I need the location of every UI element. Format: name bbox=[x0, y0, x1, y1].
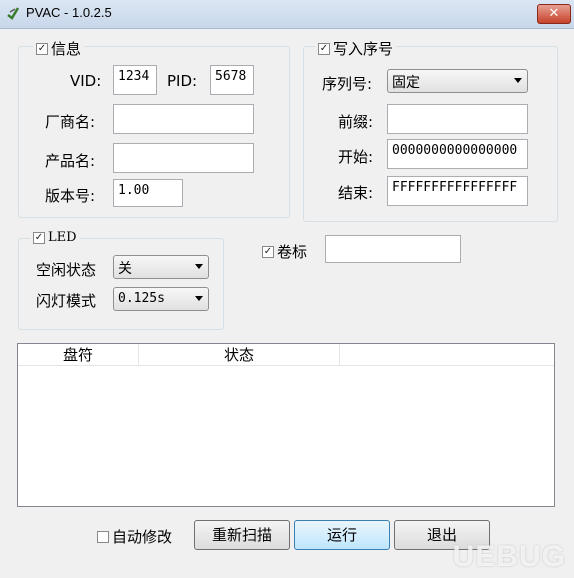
info-checkbox[interactable]: ✓ bbox=[36, 42, 48, 55]
serial-legend-label: 写入序号 bbox=[333, 40, 394, 58]
blink-select-value: 0.125s bbox=[118, 291, 165, 306]
seq-label: 序列号: bbox=[322, 75, 373, 93]
led-checkbox[interactable]: ✓ bbox=[33, 231, 45, 244]
product-label: 产品名: bbox=[45, 152, 96, 170]
idle-select[interactable]: 关 bbox=[113, 255, 209, 279]
volume-label: 卷标 bbox=[277, 243, 308, 261]
version-label: 版本号: bbox=[45, 187, 96, 205]
blink-label: 闪灯模式 bbox=[36, 292, 97, 310]
column-header-status[interactable]: 状态 bbox=[139, 344, 340, 366]
vid-input[interactable]: 1234 bbox=[113, 65, 157, 95]
prefix-label: 前缀: bbox=[338, 113, 374, 131]
chevron-down-icon bbox=[514, 78, 522, 83]
volume-checkbox-row[interactable]: ✓ 卷标 bbox=[259, 241, 310, 262]
auto-fix-label: 自动修改 bbox=[112, 528, 173, 546]
blink-select[interactable]: 0.125s bbox=[113, 287, 209, 311]
vendor-label: 厂商名: bbox=[45, 113, 96, 131]
app-icon bbox=[7, 7, 20, 20]
pid-input[interactable]: 5678 bbox=[210, 65, 254, 95]
end-input[interactable]: FFFFFFFFFFFFFFFF bbox=[387, 176, 528, 206]
volume-input[interactable] bbox=[325, 235, 461, 263]
chevron-down-icon bbox=[195, 264, 203, 269]
serial-checkbox[interactable]: ✓ bbox=[318, 42, 330, 55]
watermark-logo: UEBUG bbox=[452, 540, 566, 573]
led-legend-label: LED bbox=[48, 230, 77, 245]
start-input[interactable]: 0000000000000000 bbox=[387, 139, 528, 169]
column-header-drive[interactable]: 盘符 bbox=[18, 344, 139, 366]
auto-fix-row[interactable]: 自动修改 bbox=[94, 526, 175, 547]
volume-checkbox[interactable]: ✓ bbox=[262, 245, 274, 258]
end-label: 结束: bbox=[338, 184, 374, 202]
led-legend[interactable]: ✓ LED bbox=[30, 230, 80, 245]
version-input[interactable]: 1.00 bbox=[113, 179, 183, 207]
seq-select[interactable]: 固定 bbox=[387, 69, 528, 93]
idle-select-value: 关 bbox=[118, 261, 132, 277]
info-legend-label: 信息 bbox=[51, 40, 82, 58]
window-title: PVAC - 1.0.2.5 bbox=[26, 5, 112, 20]
chevron-down-icon bbox=[195, 296, 203, 301]
run-button[interactable]: 运行 bbox=[294, 520, 390, 550]
info-legend[interactable]: ✓ 信息 bbox=[33, 38, 85, 59]
serial-legend[interactable]: ✓ 写入序号 bbox=[315, 38, 397, 59]
close-button[interactable]: ✕ bbox=[537, 4, 571, 24]
rescan-button[interactable]: 重新扫描 bbox=[194, 520, 290, 550]
led-group bbox=[18, 238, 224, 330]
auto-fix-checkbox[interactable] bbox=[97, 530, 109, 543]
vid-label: VID: bbox=[70, 72, 102, 90]
seq-select-value: 固定 bbox=[392, 75, 420, 91]
pid-label: PID: bbox=[167, 72, 198, 90]
drive-table[interactable]: 盘符 状态 bbox=[17, 343, 555, 507]
prefix-input[interactable] bbox=[387, 104, 528, 134]
column-header-empty bbox=[340, 344, 554, 366]
idle-label: 空闲状态 bbox=[36, 261, 97, 279]
vendor-input[interactable] bbox=[113, 104, 254, 134]
product-input[interactable] bbox=[113, 143, 254, 173]
start-label: 开始: bbox=[338, 148, 374, 166]
